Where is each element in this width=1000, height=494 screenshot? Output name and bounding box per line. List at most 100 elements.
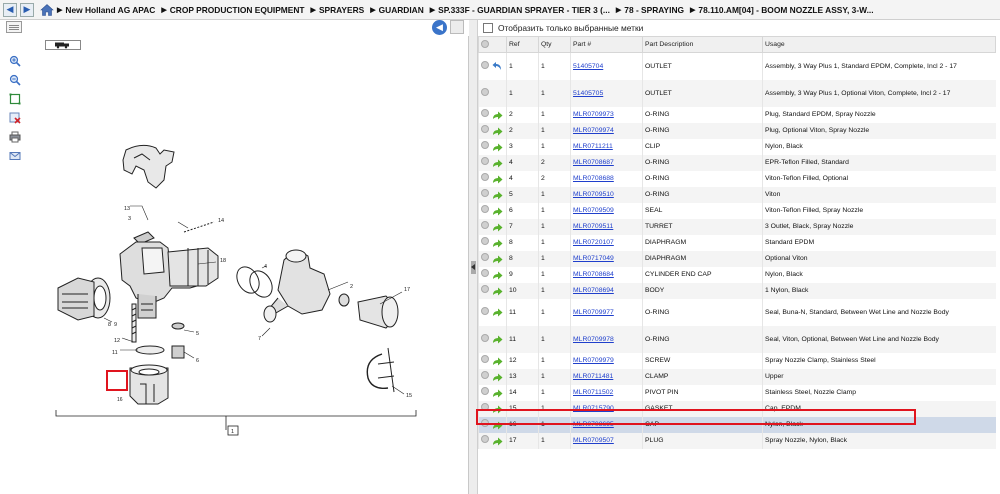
part-number-link[interactable]: MLR0708687 xyxy=(573,159,614,166)
table-row[interactable]: 7 1 MLR0709511 TURRET 3 Outlet, Black, Spray… xyxy=(478,218,996,235)
breadcrumb-item[interactable]: ▶ GUARDIAN xyxy=(364,5,424,15)
add-to-cart-icon[interactable] xyxy=(481,125,489,133)
table-row[interactable]: 2 1 MLR0709974 O-RING Plug, Optional Viton, … xyxy=(478,122,996,139)
add-to-cart-icon[interactable] xyxy=(481,173,489,181)
header-part-description[interactable]: Part Description xyxy=(642,36,763,53)
collapse-arrow-icon[interactable] xyxy=(471,261,476,274)
goto-arrow-icon[interactable] xyxy=(492,421,503,430)
part-number-link[interactable]: MLR0709511 xyxy=(573,223,613,230)
add-to-cart-icon[interactable] xyxy=(481,403,489,411)
goto-arrow-icon[interactable] xyxy=(492,175,503,184)
part-number-link[interactable]: MLR0711502 xyxy=(573,389,613,396)
part-number-link[interactable]: MLR0720107 xyxy=(573,239,614,246)
header-usage[interactable]: Usage xyxy=(762,36,996,53)
fit-to-window-icon[interactable] xyxy=(8,92,22,106)
goto-arrow-icon[interactable] xyxy=(492,207,503,216)
add-to-cart-icon[interactable] xyxy=(481,371,489,379)
add-to-cart-icon[interactable] xyxy=(481,285,489,293)
table-row[interactable]: 10 1 MLR0708694 BODY 1 Nylon, Black xyxy=(478,282,996,299)
part-number-link[interactable]: MLR0711481 xyxy=(573,373,613,380)
table-row[interactable]: 13 1 MLR0711481 CLAMP Upper xyxy=(478,368,996,385)
show-selected-only-checkbox[interactable] xyxy=(483,23,493,33)
table-row[interactable]: 2 1 MLR0709973 O-RING Plug, Standard EPDM, S… xyxy=(478,106,996,123)
panel-splitter[interactable] xyxy=(469,20,478,494)
table-row[interactable]: 11 1 MLR0709977 O-RING Seal, Buna-N, Standar… xyxy=(478,298,996,326)
table-row[interactable]: 4 2 MLR0708687 O-RING EPR-Teflon Filled, Sta… xyxy=(478,154,996,171)
breadcrumb-item[interactable]: ▶ 78.110.AM[04] - BOOM NOZZLE ASSY, 3-W..… xyxy=(684,5,874,15)
header-select[interactable] xyxy=(478,36,507,53)
breadcrumb-item[interactable]: ▶ CROP PRODUCTION EQUIPMENT xyxy=(155,5,304,15)
goto-arrow-icon[interactable] xyxy=(492,357,503,366)
zoom-in-icon[interactable] xyxy=(8,54,22,68)
goto-arrow-icon[interactable] xyxy=(492,127,503,136)
back-icon[interactable]: ◀ xyxy=(3,2,17,17)
part-number-link[interactable]: MLR0708694 xyxy=(573,287,614,294)
goto-arrow-icon[interactable] xyxy=(492,239,503,248)
add-to-cart-icon[interactable] xyxy=(481,189,489,197)
table-row[interactable]: 6 1 MLR0709509 SEAL Viton-Teflon Filled, Spr… xyxy=(478,202,996,219)
part-number-link[interactable]: MLR0709509 xyxy=(573,207,614,214)
goto-arrow-icon[interactable] xyxy=(492,191,503,200)
add-to-cart-icon[interactable] xyxy=(481,355,489,363)
add-to-cart-icon[interactable] xyxy=(481,306,489,315)
add-to-cart-icon[interactable] xyxy=(481,221,489,229)
breadcrumb-item[interactable]: ▶ SPRAYERS xyxy=(305,5,365,15)
clear-selection-icon[interactable] xyxy=(8,111,22,125)
goto-arrow-icon[interactable] xyxy=(492,287,503,296)
header-part-number[interactable]: Part # xyxy=(570,36,643,53)
goto-arrow-icon[interactable] xyxy=(492,143,503,152)
email-icon[interactable] xyxy=(8,149,22,163)
goto-arrow-icon[interactable] xyxy=(492,111,503,120)
part-number-link[interactable]: MLR0717049 xyxy=(573,255,614,262)
goto-arrow-icon[interactable] xyxy=(492,437,503,446)
part-number-link[interactable]: MLR0708684 xyxy=(573,271,614,278)
breadcrumb-item[interactable]: ▶ 78 - SPRAYING xyxy=(610,5,684,15)
goto-arrow-icon[interactable] xyxy=(492,335,503,344)
table-row[interactable]: 1 1 51405704 OUTLET Assembly, 3 Way Plus 1, … xyxy=(478,52,996,80)
table-row[interactable]: 12 1 MLR0709979 SCREW Spray Nozzle Clamp, St… xyxy=(478,352,996,369)
goto-arrow-icon[interactable] xyxy=(492,405,503,414)
part-number-link[interactable]: MLR0709974 xyxy=(573,127,614,134)
add-to-cart-icon[interactable] xyxy=(481,387,489,395)
table-row[interactable]: 1 1 51405705 OUTLET Assembly, 3 Way Plus 1, … xyxy=(478,79,996,107)
table-row[interactable]: 3 1 MLR0711211 CLIP Nylon, Black xyxy=(478,138,996,155)
add-to-cart-icon[interactable] xyxy=(481,141,489,149)
goto-arrow-icon[interactable] xyxy=(492,308,503,317)
goto-arrow-icon[interactable] xyxy=(492,255,503,264)
goto-arrow-icon[interactable] xyxy=(492,159,503,168)
add-to-cart-icon[interactable] xyxy=(481,435,489,443)
add-to-cart-icon[interactable] xyxy=(481,60,489,69)
header-ref[interactable]: Ref xyxy=(506,36,539,53)
table-row[interactable]: 5 1 MLR0709510 O-RING Viton xyxy=(478,186,996,203)
table-row[interactable]: 14 1 MLR0711502 PIVOT PIN Stainless Steel, N… xyxy=(478,384,996,401)
add-to-cart-icon[interactable] xyxy=(481,237,489,245)
add-to-cart-icon[interactable] xyxy=(481,419,489,427)
add-to-cart-icon[interactable] xyxy=(481,157,489,165)
breadcrumb-item[interactable]: ▶ New Holland AG APAC xyxy=(57,5,155,15)
part-number-link[interactable]: MLR0711211 xyxy=(573,143,613,150)
part-number-link[interactable]: 51405704 xyxy=(573,63,603,70)
goto-arrow-icon[interactable] xyxy=(492,373,503,382)
part-number-link[interactable]: MLR0709510 xyxy=(573,191,614,198)
add-to-cart-icon[interactable] xyxy=(481,333,489,342)
goto-arrow-icon[interactable] xyxy=(492,271,503,280)
part-number-link[interactable]: MLR0708688 xyxy=(573,175,614,182)
add-all-icon[interactable] xyxy=(481,39,489,48)
table-row[interactable]: 4 2 MLR0708688 O-RING Viton-Teflon Filled, O… xyxy=(478,170,996,187)
parts-diagram[interactable]: 13 3 14 18 4 2 17 8 7 12 11 5 6 9 15 1 1… xyxy=(38,42,462,492)
part-number-link[interactable]: 51405705 xyxy=(573,90,603,97)
list-view-icon[interactable] xyxy=(6,21,22,33)
zoom-out-icon[interactable] xyxy=(8,73,22,87)
maximize-icon[interactable] xyxy=(450,20,464,34)
part-number-link[interactable]: MLR0709979 xyxy=(573,357,614,364)
goto-arrow-icon[interactable] xyxy=(492,223,503,232)
forward-icon[interactable]: ▶ xyxy=(20,2,34,17)
table-row[interactable]: 11 1 MLR0709978 O-RING Seal, Viton, Optional… xyxy=(478,325,996,353)
table-row[interactable]: 17 1 MLR0709507 PLUG Spray Nozzle, Nylon, Bl… xyxy=(478,432,996,449)
previous-page-icon[interactable]: ◀ xyxy=(432,20,447,35)
table-row[interactable]: 8 1 MLR0720107 DIAPHRAGM Standard EPDM xyxy=(478,234,996,251)
add-to-cart-icon[interactable] xyxy=(481,205,489,213)
breadcrumb-item[interactable]: ▶ SP.333F - GUARDIAN SPRAYER - TIER 3 (..… xyxy=(424,5,610,15)
callout-16-highlight[interactable] xyxy=(106,370,128,391)
add-to-cart-icon[interactable] xyxy=(481,109,489,117)
